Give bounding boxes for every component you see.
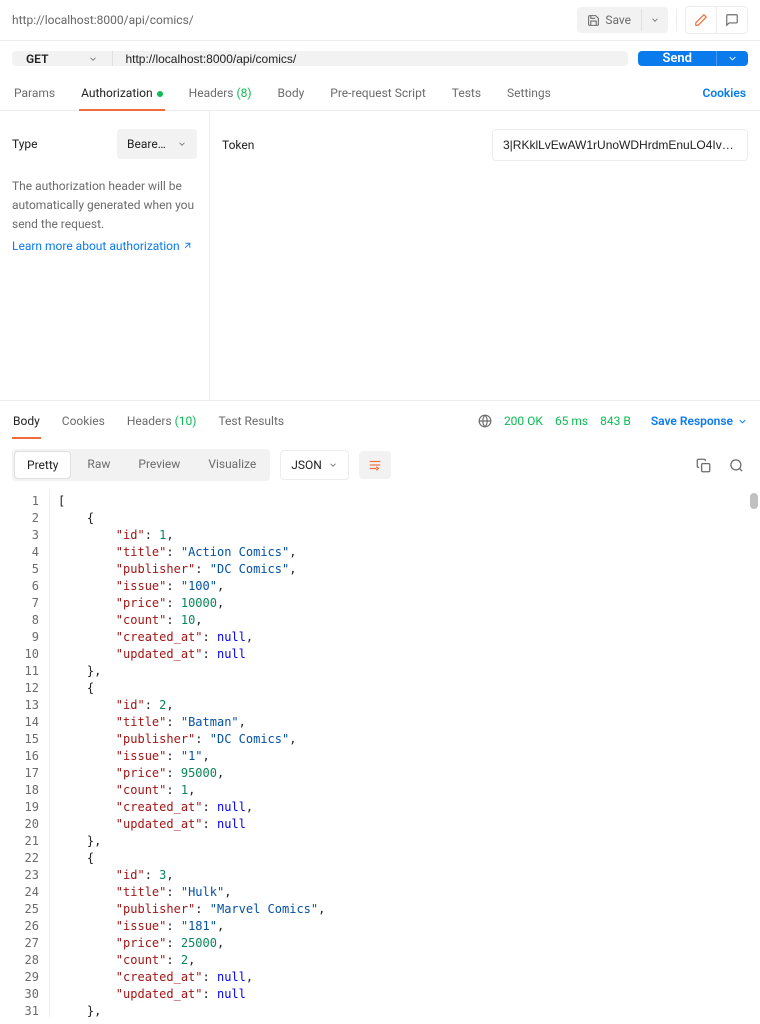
view-raw[interactable]: Raw [73, 449, 124, 481]
token-input[interactable] [492, 129, 748, 161]
wrap-button[interactable] [359, 451, 391, 479]
resp-tab-test-results[interactable]: Test Results [217, 404, 285, 438]
view-pretty[interactable]: Pretty [14, 451, 71, 479]
response-body[interactable]: 1234567891011121314151617181920212223242… [0, 489, 760, 1017]
edit-button[interactable] [686, 7, 716, 33]
external-link-icon [182, 240, 193, 251]
tab-auth-label: Authorization [81, 86, 153, 100]
learn-more-link[interactable]: Learn more about authorization [12, 239, 193, 253]
copy-button[interactable] [692, 454, 715, 477]
request-title: http://localhost:8000/api/comics/ [12, 13, 569, 27]
search-button[interactable] [725, 454, 748, 477]
save-response-button[interactable]: Save Response [651, 414, 748, 428]
comment-button[interactable] [716, 7, 747, 33]
save-label: Save [605, 13, 631, 27]
comment-icon [725, 13, 739, 27]
auth-type-select[interactable]: Bearer… [117, 129, 197, 159]
tab-headers-label: Headers [189, 86, 234, 100]
chevron-down-icon [88, 54, 98, 64]
chevron-down-icon [328, 460, 338, 470]
cookies-link[interactable]: Cookies [700, 76, 748, 110]
format-select[interactable]: JSON [280, 450, 349, 480]
resp-headers-count: (10) [175, 414, 197, 428]
search-icon [729, 458, 744, 473]
chevron-down-icon [727, 53, 738, 64]
tab-prerequest[interactable]: Pre-request Script [328, 76, 427, 110]
resp-tab-headers[interactable]: Headers (10) [126, 404, 198, 438]
tab-headers[interactable]: Headers (8) [187, 76, 254, 110]
code-content: [ { "id": 1, "title": "Action Comics", "… [50, 489, 760, 1017]
send-button[interactable]: Send [638, 51, 716, 66]
method-select[interactable]: GET [12, 51, 113, 66]
method-value: GET [26, 52, 48, 66]
chevron-down-icon [650, 15, 660, 25]
tab-params[interactable]: Params [12, 76, 57, 110]
globe-icon[interactable] [478, 414, 492, 428]
pencil-icon [694, 13, 708, 27]
view-visualize[interactable]: Visualize [194, 449, 270, 481]
send-dropdown[interactable] [716, 51, 748, 66]
save-icon [587, 14, 600, 27]
copy-icon [696, 458, 711, 473]
url-input[interactable] [113, 51, 628, 66]
status-time: 65 ms [555, 414, 588, 428]
chevron-down-icon [177, 139, 187, 149]
learn-more-label: Learn more about authorization [12, 239, 180, 253]
view-preview[interactable]: Preview [124, 449, 194, 481]
status-code: 200 OK [504, 414, 543, 428]
format-value: JSON [291, 458, 322, 472]
save-dropdown[interactable] [641, 9, 668, 31]
auth-type-value: Bearer… [127, 137, 169, 151]
tab-authorization[interactable]: Authorization [79, 76, 165, 110]
save-response-label: Save Response [651, 414, 733, 428]
scrollbar[interactable] [750, 493, 758, 509]
line-gutter: 1234567891011121314151617181920212223242… [0, 489, 50, 1017]
resp-tab-headers-label: Headers [127, 414, 172, 428]
auth-description: The authorization header will be automat… [12, 177, 197, 235]
resp-tab-cookies[interactable]: Cookies [61, 404, 106, 438]
view-mode-group: Pretty Raw Preview Visualize [12, 449, 270, 481]
status-size: 843 B [600, 414, 631, 428]
tab-tests[interactable]: Tests [450, 76, 483, 110]
dot-icon [157, 91, 163, 97]
headers-count: (8) [236, 86, 251, 100]
tab-settings[interactable]: Settings [505, 76, 553, 110]
tab-body[interactable]: Body [276, 76, 307, 110]
wrap-icon [368, 459, 382, 471]
resp-tab-body[interactable]: Body [12, 404, 41, 438]
auth-type-label: Type [12, 137, 109, 151]
save-button[interactable]: Save [577, 7, 641, 33]
token-label: Token [222, 138, 472, 152]
chevron-down-icon [737, 416, 748, 427]
